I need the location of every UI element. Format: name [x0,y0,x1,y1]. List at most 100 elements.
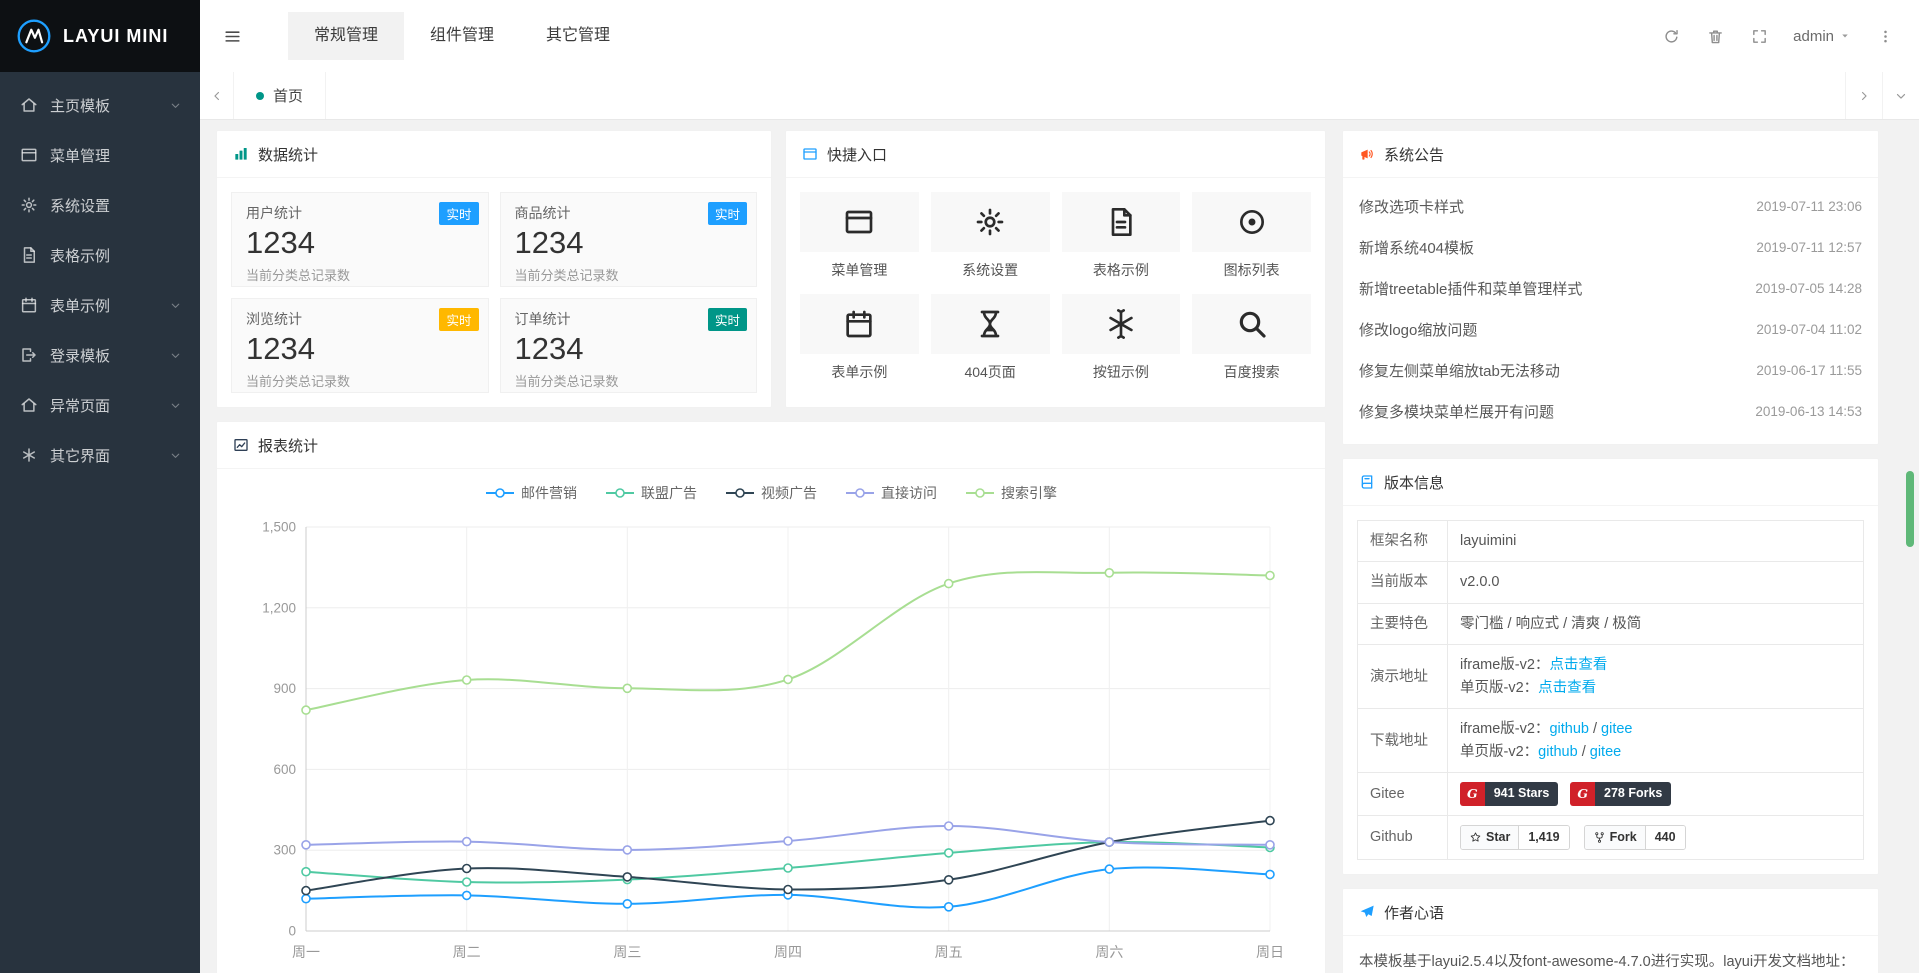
header-tab[interactable]: 组件管理 [404,12,520,60]
page-scrollbar-thumb[interactable] [1906,471,1914,547]
username: admin [1793,28,1834,45]
quick-entry[interactable]: 百度搜索 [1192,294,1311,382]
notice-item[interactable]: 新增treetable插件和菜单管理样式 2019-07-05 14:28 [1359,268,1862,309]
quick-entry[interactable]: 图标列表 [1192,192,1311,280]
notice-item[interactable]: 新增系统404模板 2019-07-11 12:57 [1359,227,1862,268]
window-icon [802,146,818,162]
chart-legend: 邮件营销 联盟广告 视频广告 直接访问 搜索引擎 [217,483,1325,503]
tab-operations-button[interactable] [1882,72,1919,119]
tab-scroll-left-button[interactable] [200,72,234,119]
sidebar-item[interactable]: 主页模板 [0,80,200,130]
stat-box: 实时 用户统计 1234 当前分类总记录数 [231,192,489,287]
download-github-link[interactable]: github [1549,721,1589,737]
notice-item[interactable]: 修复多模块菜单栏展开有问题 2019-06-13 14:53 [1359,391,1862,432]
notice-item[interactable]: 修改logo缩放问题 2019-07-04 11:02 [1359,309,1862,350]
notice-text: 修改选项卡样式 [1359,196,1464,217]
card-header: 报表统计 [217,422,1325,469]
tab-bar: 首页 [200,72,1919,120]
quick-grid: 菜单管理 系统设置 表格示例 图标列表 表单示例 404页面 按钮示例 百度搜索 [786,178,1325,396]
tab-home[interactable]: 首页 [234,72,326,119]
gears-icon [974,206,1006,238]
card-header: 作者心语 [1343,889,1878,936]
download-gitee-link[interactable]: gitee [1601,721,1632,737]
download-gitee-link[interactable]: gitee [1590,744,1621,760]
stat-desc: 当前分类总记录数 [515,371,743,390]
sidebar-item[interactable]: 表格示例 [0,230,200,280]
quick-entry-label: 404页面 [931,362,1050,382]
logo[interactable]: LAYUI MINI [0,0,200,72]
card-title: 报表统计 [258,435,318,456]
sidebar-item[interactable]: 异常页面 [0,380,200,430]
quick-entry[interactable]: 表单示例 [800,294,919,382]
report-chart-card: 报表统计 邮件营销联盟广告视频广告直接访问搜索引擎 03006009001,20… [216,421,1326,973]
download-github-link[interactable]: github [1538,744,1578,760]
legend-item[interactable]: 搜索引擎 [965,483,1057,503]
quick-entry[interactable]: 系统设置 [931,192,1050,280]
notice-item[interactable]: 修复左侧菜单缩放tab无法移动 2019-06-17 11:55 [1359,350,1862,391]
gitee-logo-icon: G [1570,782,1595,805]
gitee-stars-badge[interactable]: G941 Stars [1460,782,1558,805]
demo-iframe-link[interactable]: 点击查看 [1549,657,1607,673]
notice-time: 2019-07-04 11:02 [1756,322,1862,337]
collapse-menu-button[interactable] [200,0,264,72]
right-column: 系统公告 修改选项卡样式 2019-07-11 23:06 新增系统404模板 … [1342,130,1879,973]
download-links: iframe版-v2：github / gitee 单页版-v2：github … [1448,709,1864,773]
system-notice-card: 系统公告 修改选项卡样式 2019-07-11 23:06 新增系统404模板 … [1342,130,1879,445]
features: 零门槛 / 响应式 / 清爽 / 极简 [1448,603,1864,644]
header-tab[interactable]: 其它管理 [520,12,636,60]
quick-entry-label: 表单示例 [800,362,919,382]
header-tab[interactable]: 常规管理 [288,12,404,60]
card-title: 快捷入口 [827,144,887,165]
github-star-badge[interactable]: Star1,419 [1460,825,1570,850]
sidebar-item[interactable]: 其它界面 [0,430,200,480]
user-menu[interactable]: admin [1781,0,1863,72]
more-menu-button[interactable] [1863,0,1907,72]
notice-time: 2019-07-11 23:06 [1756,199,1862,214]
card-title: 数据统计 [258,144,318,165]
svg-text:周日: 周日 [1256,944,1284,960]
legend-item[interactable]: 联盟广告 [605,483,697,503]
quick-entry[interactable]: 按钮示例 [1062,294,1181,382]
sidebar-item[interactable]: 菜单管理 [0,130,200,180]
legend-item[interactable]: 邮件营销 [485,483,577,503]
card-header: 系统公告 [1343,131,1878,178]
status-badge: 实时 [708,202,747,225]
refresh-button[interactable] [1649,0,1693,72]
stat-value: 1234 [246,331,474,367]
svg-text:300: 300 [273,843,296,858]
fullscreen-button[interactable] [1737,0,1781,72]
tab-active-dot [256,92,264,100]
author-words-card: 作者心语 本模板基于layui2.5.4以及font-awesome-4.7.0… [1342,888,1879,973]
sidebar-item[interactable]: 系统设置 [0,180,200,230]
card-header: 数据统计 [217,131,771,178]
legend-item[interactable]: 视频广告 [725,483,817,503]
window-icon [843,206,875,238]
quick-entry[interactable]: 菜单管理 [800,192,919,280]
stats-grid: 实时 用户统计 1234 当前分类总记录数 实时 商品统计 1234 当前分类总… [217,178,771,407]
linechart-icon [233,437,249,453]
quick-entry[interactable]: 表格示例 [1062,192,1181,280]
legend-item[interactable]: 直接访问 [845,483,937,503]
bullhorn-icon [1359,146,1375,162]
dot-circle-icon [1236,206,1268,238]
demo-onepage-link[interactable]: 点击查看 [1538,680,1596,696]
quick-entry-label: 菜单管理 [800,260,919,280]
notice-text: 修复多模块菜单栏展开有问题 [1359,401,1554,422]
chevron-down-icon [1894,89,1908,103]
clear-cache-button[interactable] [1693,0,1737,72]
chevron-down-icon [169,349,182,362]
tab-scroll-right-button[interactable] [1845,72,1882,119]
notice-text: 新增treetable插件和菜单管理样式 [1359,278,1582,299]
svg-text:600: 600 [273,762,296,777]
github-fork-badge[interactable]: Fork440 [1584,825,1686,850]
svg-text:1,500: 1,500 [262,520,296,535]
sidebar-item[interactable]: 表单示例 [0,280,200,330]
sidebar-item[interactable]: 登录模板 [0,330,200,380]
svg-text:0: 0 [288,924,296,939]
gitee-logo-icon: G [1460,782,1485,805]
stat-desc: 当前分类总记录数 [246,371,474,390]
gitee-forks-badge[interactable]: G278 Forks [1570,782,1671,805]
notice-item[interactable]: 修改选项卡样式 2019-07-11 23:06 [1359,186,1862,227]
svg-text:周二: 周二 [453,944,481,960]
quick-entry[interactable]: 404页面 [931,294,1050,382]
